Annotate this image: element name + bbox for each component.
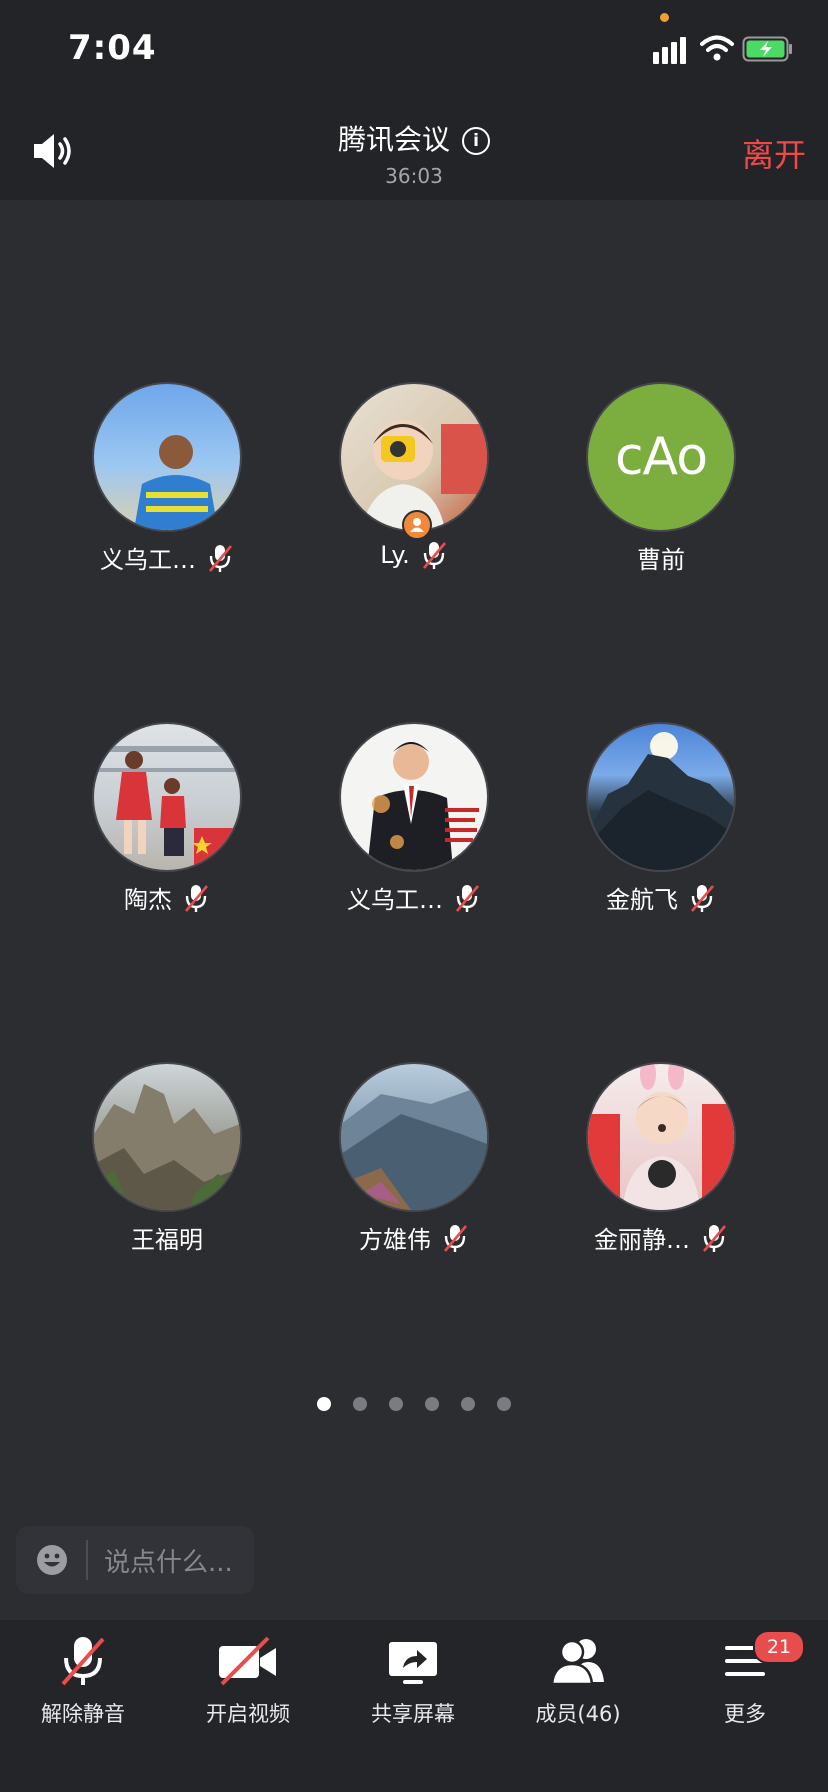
privacy-indicator (660, 13, 669, 22)
participant-tile[interactable]: 金丽静… (538, 1062, 784, 1254)
page-dot-1[interactable] (317, 1397, 331, 1411)
participant-tile[interactable]: 义乌工… (44, 382, 290, 574)
avatar: cAo (586, 382, 736, 532)
notification-badge: 21 (753, 1630, 805, 1664)
participant-label: 方雄伟 (291, 1220, 537, 1254)
start-video-button[interactable]: 开启视频 (178, 1634, 318, 1728)
participant-label: 陶杰 (44, 880, 290, 914)
meeting-timer: 36:03 (385, 164, 443, 188)
page-dot-2[interactable] (353, 1397, 367, 1411)
members-icon (550, 1639, 604, 1686)
wifi-icon (700, 35, 734, 61)
avatar (92, 722, 242, 872)
participant-label: 义乌工… (44, 540, 290, 574)
avatar (586, 722, 736, 872)
participant-name: 金航飞 (606, 886, 678, 914)
leave-button[interactable]: 离开 (742, 130, 806, 176)
page-dot-3[interactable] (389, 1397, 403, 1411)
participant-name: 方雄伟 (359, 1226, 431, 1254)
participant-tile[interactable]: 义乌工… (291, 722, 537, 914)
avatar-image (94, 1084, 240, 1210)
emoji-icon[interactable] (36, 1544, 68, 1576)
avatar (586, 1062, 736, 1212)
mic-muted-icon (209, 544, 232, 572)
page-dot-5[interactable] (461, 1397, 475, 1411)
share-screen-label: 共享屏幕 (371, 1702, 455, 1726)
more-button[interactable]: 21 更多 (675, 1630, 815, 1728)
participant-name: 王福明 (131, 1226, 203, 1254)
participant-label: 金丽静… (538, 1220, 784, 1254)
mic-muted-icon (61, 1637, 105, 1686)
chat-input[interactable]: 说点什么... (16, 1526, 254, 1594)
participant-label: Ly. (291, 540, 537, 574)
avatar-image (341, 1084, 487, 1210)
participant-tile[interactable]: 方雄伟 (291, 1062, 537, 1254)
signal-icon (653, 37, 686, 64)
battery-charging-icon (742, 36, 792, 62)
meeting-title-text: 腾讯会议 (337, 123, 450, 156)
mic-muted-icon (422, 542, 446, 569)
more-label: 更多 (724, 1702, 766, 1726)
unmute-label: 解除静音 (41, 1702, 125, 1726)
participant-label: 金航飞 (538, 880, 784, 914)
avatar-image (367, 742, 479, 870)
host-badge (402, 510, 432, 540)
status-time: 7:04 (68, 28, 157, 68)
participant-name: 曹前 (637, 546, 685, 574)
page-dot-6[interactable] (497, 1397, 511, 1411)
chat-divider (86, 1540, 88, 1580)
avatar-image (134, 435, 218, 530)
page-indicator (0, 1396, 828, 1415)
unmute-button[interactable]: 解除静音 (13, 1634, 153, 1728)
participant-name: Ly. (380, 541, 410, 569)
participant-name: 义乌工… (100, 546, 196, 574)
meeting-title[interactable]: 腾讯会议 i (0, 118, 828, 158)
members-button[interactable]: 成员(46) (508, 1634, 648, 1728)
mic-muted-icon (703, 1224, 726, 1252)
avatar (339, 1062, 489, 1212)
participant-label: 义乌工… (291, 880, 537, 914)
page-dot-4[interactable] (425, 1397, 439, 1411)
info-icon[interactable]: i (462, 127, 490, 155)
mic-muted-icon (691, 884, 714, 912)
mic-muted-icon (444, 1224, 467, 1252)
avatar-image (588, 1064, 734, 1210)
participant-tile[interactable]: 王福明 (44, 1062, 290, 1254)
meeting-header: 腾讯会议 i 36:03 离开 (0, 100, 828, 200)
share-screen-button[interactable]: 共享屏幕 (343, 1634, 483, 1728)
participant-name: 金丽静… (594, 1226, 690, 1254)
avatar-image (588, 732, 734, 870)
participant-label: 曹前 (538, 540, 784, 574)
share-screen-icon (389, 1642, 437, 1684)
video-off-icon (219, 1636, 276, 1686)
bottom-toolbar: 解除静音 开启视频 共享屏幕 成员(46) 21 更多 (0, 1620, 828, 1792)
avatar (339, 722, 489, 872)
participant-name: 陶杰 (124, 886, 172, 914)
participant-label: 王福明 (44, 1220, 290, 1254)
participant-tile[interactable]: Ly. (291, 382, 537, 574)
participant-tile[interactable]: cAo 曹前 (538, 382, 784, 574)
host-icon (410, 518, 424, 532)
mic-muted-icon (185, 884, 208, 912)
mic-muted-icon (456, 884, 479, 912)
avatar (92, 382, 242, 532)
avatar-text: cAo (614, 427, 708, 487)
participant-tile[interactable]: 陶杰 (44, 722, 290, 914)
chat-placeholder: 说点什么... (104, 1548, 233, 1578)
participant-name: 义乌工… (347, 886, 443, 914)
members-label: 成员(46) (535, 1702, 621, 1726)
start-video-label: 开启视频 (206, 1702, 290, 1726)
avatar-image (361, 420, 487, 530)
status-bar: 7:04 (0, 0, 828, 100)
avatar (92, 1062, 242, 1212)
avatar-image (94, 746, 240, 870)
participant-tile[interactable]: 金航飞 (538, 722, 784, 914)
